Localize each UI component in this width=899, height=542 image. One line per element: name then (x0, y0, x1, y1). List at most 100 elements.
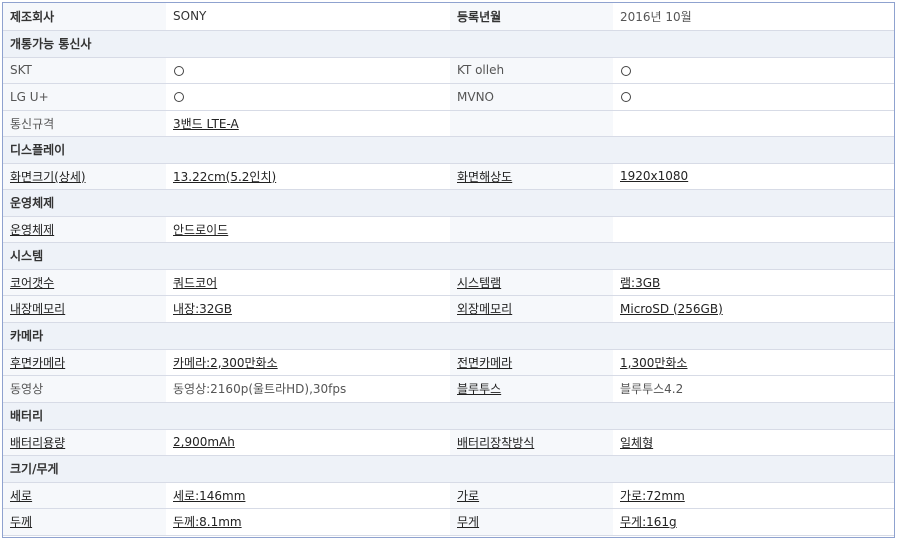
cores-link[interactable]: 코어갯수 (10, 276, 54, 290)
section-os: 운영체제 (3, 189, 894, 217)
spec-row-display: 화면크기(상세) 13.22cm(5.2인치) 화면해상도 1920x1080 (3, 163, 894, 190)
battery-capacity-value-link[interactable]: 2,900mAh (173, 435, 235, 449)
spec-table-frame: 제조회사 SONY 등록년월 2016년 10월 개통가능 통신사 SKT KT… (2, 2, 895, 538)
section-title: 카메라 (3, 322, 894, 350)
os-value-link[interactable]: 안드로이드 (173, 223, 228, 237)
spec-row-os: 운영체제 안드로이드 (3, 216, 894, 243)
thickness-value-link[interactable]: 두께:8.1mm (173, 515, 242, 529)
label-release-date: 등록년월 (450, 3, 613, 31)
section-title: 시스템 (3, 242, 894, 270)
external-memory-value-link[interactable]: MicroSD (256GB) (620, 302, 723, 316)
height-link[interactable]: 세로 (10, 489, 32, 503)
available-circle-icon (174, 65, 184, 76)
front-camera-value-link[interactable]: 1,300만화소 (620, 356, 687, 370)
section-size-weight: 크기/무게 (3, 455, 894, 483)
front-camera-link[interactable]: 전면카메라 (457, 356, 512, 370)
section-camera: 카메라 (3, 322, 894, 350)
weight-value-link[interactable]: 무게:161g (620, 515, 677, 529)
value-external-memory: MicroSD (256GB) (613, 295, 894, 323)
available-circle-icon (174, 92, 184, 102)
spec-row-camera: 후면카메라 카메라:2,300만화소 전면카메라 1,300만화소 (3, 349, 894, 376)
spec-row-video: 동영상 동영상:2160p(울트라HD),30fps 블루투스 블루투스4.2 (3, 375, 894, 403)
spec-row-network: 통신규격 3밴드 LTE-A (3, 110, 894, 137)
available-circle-icon (621, 92, 631, 102)
value-empty (613, 216, 894, 243)
section-title: 개통가능 통신사 (3, 30, 894, 58)
battery-type-value-link[interactable]: 일체형 (620, 436, 653, 450)
value-video: 동영상:2160p(울트라HD),30fps (166, 375, 450, 403)
screen-size-value-link[interactable]: 13.22cm(5.2인치) (173, 170, 276, 184)
value-manufacturer: SONY (166, 3, 450, 31)
spec-row-carrier: LG U+ MVNO (3, 83, 894, 111)
label-ram: 시스템램 (450, 269, 613, 296)
label-lgu: LG U+ (3, 83, 166, 111)
value-cores: 쿼드코어 (166, 269, 450, 296)
label-height: 세로 (3, 482, 166, 509)
value-rear-camera: 카메라:2,300만화소 (166, 349, 450, 376)
label-os: 운영체제 (3, 216, 166, 243)
value-ram: 램:3GB (613, 269, 894, 296)
label-screen-size: 화면크기(상세) (3, 163, 166, 190)
value-network: 3밴드 LTE-A (166, 110, 450, 137)
value-empty (613, 110, 894, 137)
screen-size-link[interactable]: 화면크기(상세) (10, 170, 86, 184)
width-value-link[interactable]: 가로:72mm (620, 489, 685, 503)
label-video: 동영상 (3, 375, 166, 403)
value-internal-memory: 내장:32GB (166, 295, 450, 323)
section-title: 운영체제 (3, 189, 894, 217)
value-weight: 무게:161g (613, 508, 894, 536)
value-kt (613, 57, 894, 84)
bluetooth-link[interactable]: 블루투스 (457, 382, 501, 396)
value-thickness: 두께:8.1mm (166, 508, 450, 536)
value-os: 안드로이드 (166, 216, 450, 243)
value-resolution: 1920x1080 (613, 163, 894, 190)
thickness-link[interactable]: 두께 (10, 515, 32, 529)
label-cores: 코어갯수 (3, 269, 166, 296)
internal-memory-link[interactable]: 내장메모리 (10, 302, 65, 316)
value-release-date: 2016년 10월 (613, 3, 894, 31)
label-manufacturer: 제조회사 (3, 3, 166, 31)
spec-table: 제조회사 SONY 등록년월 2016년 10월 개통가능 통신사 SKT KT… (3, 3, 894, 536)
value-skt (166, 57, 450, 84)
label-mvno: MVNO (450, 83, 613, 111)
internal-memory-value-link[interactable]: 내장:32GB (173, 302, 232, 316)
label-external-memory: 외장메모리 (450, 295, 613, 323)
label-bluetooth: 블루투스 (450, 375, 613, 403)
resolution-link[interactable]: 화면해상도 (457, 170, 512, 184)
spec-row-memory: 내장메모리 내장:32GB 외장메모리 MicroSD (256GB) (3, 295, 894, 323)
rear-camera-value-link[interactable]: 카메라:2,300만화소 (173, 356, 278, 370)
cores-value-link[interactable]: 쿼드코어 (173, 276, 217, 290)
resolution-value-link[interactable]: 1920x1080 (620, 169, 688, 183)
section-title: 크기/무게 (3, 455, 894, 483)
value-width: 가로:72mm (613, 482, 894, 509)
os-link[interactable]: 운영체제 (10, 223, 54, 237)
battery-type-link[interactable]: 배터리장착방식 (457, 436, 534, 450)
value-height: 세로:146mm (166, 482, 450, 509)
value-battery-type: 일체형 (613, 429, 894, 456)
section-title: 디스플레이 (3, 136, 894, 164)
ram-value-link[interactable]: 램:3GB (620, 276, 660, 290)
spec-row-thickness-weight: 두께 두께:8.1mm 무게 무게:161g (3, 508, 894, 536)
label-battery-type: 배터리장착방식 (450, 429, 613, 456)
spec-row-battery: 배터리용량 2,900mAh 배터리장착방식 일체형 (3, 429, 894, 456)
width-link[interactable]: 가로 (457, 489, 479, 503)
rear-camera-link[interactable]: 후면카메라 (10, 356, 65, 370)
spec-row-carrier: SKT KT olleh (3, 57, 894, 84)
weight-link[interactable]: 무게 (457, 515, 479, 529)
external-memory-link[interactable]: 외장메모리 (457, 302, 512, 316)
label-rear-camera: 후면카메라 (3, 349, 166, 376)
section-battery: 배터리 (3, 402, 894, 430)
label-front-camera: 전면카메라 (450, 349, 613, 376)
label-kt: KT olleh (450, 57, 613, 84)
section-system: 시스템 (3, 242, 894, 270)
ram-link[interactable]: 시스템램 (457, 276, 501, 290)
height-value-link[interactable]: 세로:146mm (173, 489, 245, 503)
value-screen-size: 13.22cm(5.2인치) (166, 163, 450, 190)
spec-row-dimensions: 세로 세로:146mm 가로 가로:72mm (3, 482, 894, 509)
label-empty (450, 216, 613, 243)
battery-capacity-link[interactable]: 배터리용량 (10, 436, 65, 450)
label-width: 가로 (450, 482, 613, 509)
spec-row-maker: 제조회사 SONY 등록년월 2016년 10월 (3, 3, 894, 31)
network-link[interactable]: 3밴드 LTE-A (173, 117, 239, 131)
label-battery-capacity: 배터리용량 (3, 429, 166, 456)
